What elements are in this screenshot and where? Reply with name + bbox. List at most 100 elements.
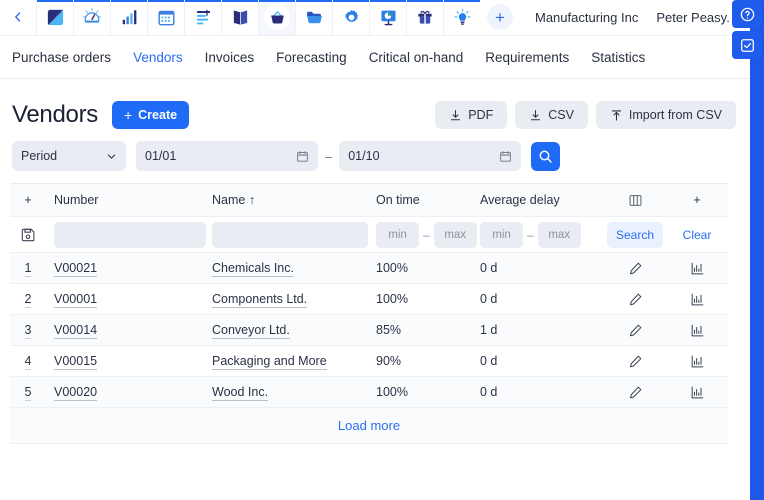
row-edit-button[interactable] [604,354,666,369]
row-name[interactable]: Packaging and More [210,354,376,368]
help-button[interactable] [732,0,762,28]
row-number[interactable]: V00001 [46,292,210,306]
app-icon-documents[interactable] [295,0,332,35]
row-index: 1 [10,261,46,275]
checkbox-button[interactable] [732,31,762,59]
row-name[interactable]: Wood Inc. [210,385,376,399]
row-on-time: 85% [376,323,480,337]
date-range-separator: – [325,149,332,164]
column-header-name-label: Name [212,193,245,207]
save-filter-button[interactable] [10,227,46,243]
row-number[interactable]: V00014 [46,323,210,337]
row-edit-button[interactable] [604,323,666,338]
row-chart-button[interactable] [666,261,728,276]
add-app-button[interactable]: + [480,0,520,35]
filter-number-cell [46,222,210,248]
app-icon-tasks[interactable] [184,0,221,35]
row-chart-button[interactable] [666,385,728,400]
app-icon-dashboard[interactable] [36,0,73,35]
plus-icon: + [124,107,132,123]
tab-vendors[interactable]: Vendors [133,50,183,65]
tab-invoices[interactable]: Invoices [205,50,255,65]
section-nav: Purchase orders Vendors Invoices Forecas… [0,37,750,79]
apply-period-search-button[interactable] [531,142,560,171]
filter-name-input[interactable] [212,222,368,248]
company-name[interactable]: Manufacturing Inc [526,0,647,35]
load-more-button[interactable]: Load more [10,408,728,444]
filter-on-time-max-input[interactable]: max [434,222,477,248]
table-row[interactable]: 2 V00001 Components Ltd. 100% 0 d [10,284,728,315]
app-icon-ideas[interactable] [443,0,480,35]
export-csv-button[interactable]: CSV [515,101,588,129]
save-icon [20,227,36,243]
row-chart-button[interactable] [666,354,728,369]
row-edit-button[interactable] [604,261,666,276]
row-number[interactable]: V00021 [46,261,210,275]
add-column-left-button[interactable]: + [10,193,46,207]
export-pdf-button[interactable]: PDF [435,101,507,129]
row-chart-button[interactable] [666,323,728,338]
folder-icon [305,8,324,27]
filter-on-time-range-dash: – [423,228,430,242]
table-row[interactable]: 1 V00021 Chemicals Inc. 100% 0 d [10,253,728,284]
app-icon-settings[interactable] [332,0,369,35]
app-icon-reports[interactable] [110,0,147,35]
chevron-down-icon [106,151,117,162]
back-button[interactable] [0,0,36,35]
tab-statistics[interactable]: Statistics [591,50,645,65]
app-icon-catalog[interactable] [221,0,258,35]
create-button-label: Create [138,108,177,122]
row-name[interactable]: Components Ltd. [210,292,376,306]
row-chart-button[interactable] [666,292,728,307]
app-icon-calendar[interactable] [147,0,184,35]
filter-search-button[interactable]: Search [607,222,663,248]
bar-chart-icon [666,323,728,338]
period-select-label: Period [21,149,57,163]
page-actions: PDF CSV Import from CSV [435,101,736,129]
create-button[interactable]: + Create [112,101,189,129]
column-settings-button[interactable] [604,193,666,208]
tab-requirements[interactable]: Requirements [485,50,569,65]
column-header-number[interactable]: Number [46,193,210,207]
app-icon-analytics[interactable] [369,0,406,35]
app-icon-gauge[interactable] [73,0,110,35]
upload-icon [610,109,623,122]
filter-average-delay-max-input[interactable]: max [538,222,581,248]
tab-critical-on-hand[interactable]: Critical on-hand [369,50,464,65]
table-filter-row: min – max min – max Search Clear [10,217,728,253]
filter-on-time-min-input[interactable]: min [376,222,419,248]
column-header-on-time[interactable]: On time [376,193,480,207]
date-from-input[interactable]: 01/01 [136,141,318,171]
app-icon-promotions[interactable] [406,0,443,35]
book-icon [231,8,250,27]
row-edit-button[interactable] [604,385,666,400]
row-number[interactable]: V00020 [46,385,210,399]
page-content: Vendors + Create PDF CSV [0,79,750,500]
row-on-time: 100% [376,292,480,306]
table-row[interactable]: 5 V00020 Wood Inc. 100% 0 d [10,377,728,408]
row-on-time: 100% [376,385,480,399]
row-number[interactable]: V00015 [46,354,210,368]
table-row[interactable]: 3 V00014 Conveyor Ltd. 85% 1 d [10,315,728,346]
table-row[interactable]: 4 V00015 Packaging and More 90% 0 d [10,346,728,377]
filter-average-delay-min-input[interactable]: min [480,222,523,248]
row-edit-button[interactable] [604,292,666,307]
app-icon-purchasing[interactable] [258,0,295,35]
column-header-name[interactable]: Name ↑ [210,193,376,207]
row-on-time: 90% [376,354,480,368]
user-name[interactable]: Peter Peasy. [647,0,738,35]
dashboard-tile-icon [46,8,65,27]
column-header-average-delay[interactable]: Average delay [480,193,604,207]
date-to-input[interactable]: 01/10 [339,141,521,171]
period-select[interactable]: Period [12,141,126,171]
tab-forecasting[interactable]: Forecasting [276,50,347,65]
row-name[interactable]: Chemicals Inc. [210,261,376,275]
import-csv-button[interactable]: Import from CSV [596,101,736,129]
filter-clear-button[interactable]: Clear [671,222,723,248]
filter-number-input[interactable] [54,222,206,248]
row-average-delay: 0 d [480,261,604,275]
row-index: 2 [10,292,46,306]
row-name[interactable]: Conveyor Ltd. [210,323,376,337]
tab-purchase-orders[interactable]: Purchase orders [12,50,111,65]
add-column-right-button[interactable]: + [666,193,728,207]
